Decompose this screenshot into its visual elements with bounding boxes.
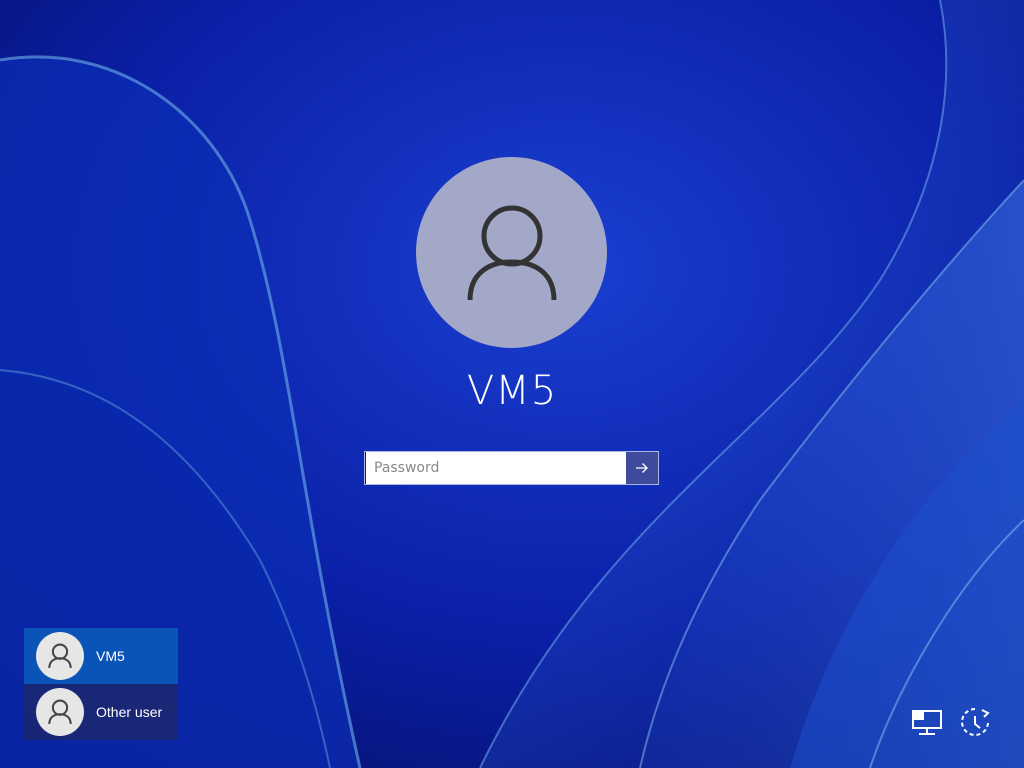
user-tile-label: Other user — [96, 704, 163, 720]
user-icon — [48, 699, 72, 725]
account-name: VM5 — [466, 368, 558, 414]
tile-avatar — [36, 688, 84, 736]
accessibility-icon — [961, 708, 990, 736]
network-icon — [912, 710, 942, 735]
user-tile-vm5[interactable]: VM5 — [24, 628, 178, 684]
user-icon — [48, 643, 72, 669]
password-input[interactable] — [365, 452, 626, 484]
user-tile-other-user[interactable]: Other user — [24, 684, 178, 740]
user-switcher: VM5 Other user — [24, 628, 178, 740]
account-avatar — [416, 157, 607, 348]
arrow-right-icon — [636, 463, 648, 473]
ease-of-access-button[interactable] — [958, 706, 992, 740]
password-box — [364, 451, 659, 485]
tile-avatar — [36, 632, 84, 680]
submit-button[interactable] — [626, 452, 658, 484]
user-tile-label: VM5 — [96, 648, 125, 664]
network-button[interactable] — [910, 706, 944, 740]
user-icon — [467, 205, 556, 300]
